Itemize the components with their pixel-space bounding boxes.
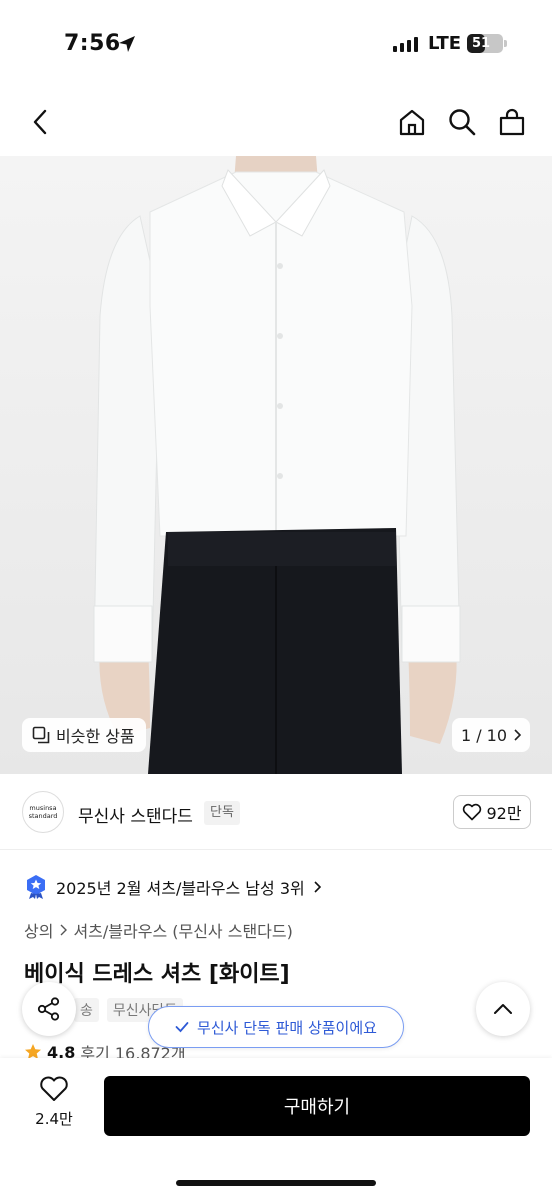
exclusive-toast: 무신사 단독 판매 상품이에요 [148,1006,404,1048]
status-time: 7:56 [64,31,121,56]
chevron-right-icon [514,729,522,741]
chevron-up-icon [494,1004,512,1014]
back-icon [33,109,47,135]
heart-icon [463,803,482,821]
signal-icon [393,36,418,52]
cart-icon [499,108,525,136]
similar-products-button[interactable]: 비슷한 상품 [22,718,146,752]
back-button[interactable] [24,102,56,142]
image-page-indicator[interactable]: 1 / 10 [452,718,530,752]
brand-like-count: 92만 [486,804,522,823]
scroll-to-top-button[interactable] [476,982,530,1036]
ranking-link[interactable]: 2025년 2월 셔츠/블라우스 남성 3위 [24,874,321,900]
heart-icon [40,1076,68,1101]
bottom-purchase-bar: 2.4만 구매하기 [0,1058,552,1200]
brand-logo[interactable]: musinsa standard [22,791,64,833]
battery-icon: 51 [467,34,503,53]
product-image[interactable]: 비슷한 상품 1 / 10 [0,156,552,774]
brand-logo-line1: musinsa [29,804,57,812]
battery-tip [504,40,507,47]
wish-button[interactable]: 2.4만 [22,1076,86,1129]
top-navigation [0,88,552,156]
ranking-badge-icon [27,875,45,899]
breadcrumb: 상의 셔츠/블라우스 (무신사 스탠다드) [24,918,293,942]
check-icon [175,1022,189,1033]
breadcrumb-level2[interactable]: 셔츠/블라우스 (무신사 스탠다드) [73,918,292,942]
home-icon [399,109,425,136]
product-tag: 송 [74,998,99,1022]
similar-products-label: 비슷한 상품 [56,727,135,746]
page-indicator-text: 1 / 10 [460,725,508,745]
exclusive-badge: 단독 [204,801,240,825]
search-icon [449,109,476,136]
location-arrow-icon [119,36,135,52]
status-bar: 7:56 LTE 51 [0,0,552,88]
home-indicator [176,1180,376,1186]
brand-name[interactable]: 무신사 스탠다드 [78,802,193,827]
ranking-text: 2025년 2월 셔츠/블라우스 남성 3위 [56,879,305,898]
brand-logo-line2: standard [28,812,58,820]
toast-text: 무신사 단독 판매 상품이에요 [197,1018,377,1037]
chevron-right-icon [314,881,321,893]
wish-count: 2.4만 [35,1110,73,1128]
share-button[interactable] [22,982,76,1036]
buy-button[interactable]: 구매하기 [104,1076,530,1136]
breadcrumb-level1[interactable]: 상의 [24,918,53,942]
battery-level: 51 [471,36,491,51]
brand-like-button[interactable]: 92만 [453,795,531,829]
share-icon [37,997,60,1021]
similar-items-icon [32,726,50,744]
chevron-right-icon [60,924,68,936]
home-button[interactable] [394,102,430,142]
product-title: 베이식 드레스 셔츠 [화이트] [24,962,290,987]
cart-button[interactable] [494,102,530,142]
product-photo [93,156,461,774]
brand-row: musinsa standard 무신사 스탠다드 단독 92만 [0,774,552,850]
network-type: LTE [428,33,462,54]
search-button[interactable] [444,102,480,142]
